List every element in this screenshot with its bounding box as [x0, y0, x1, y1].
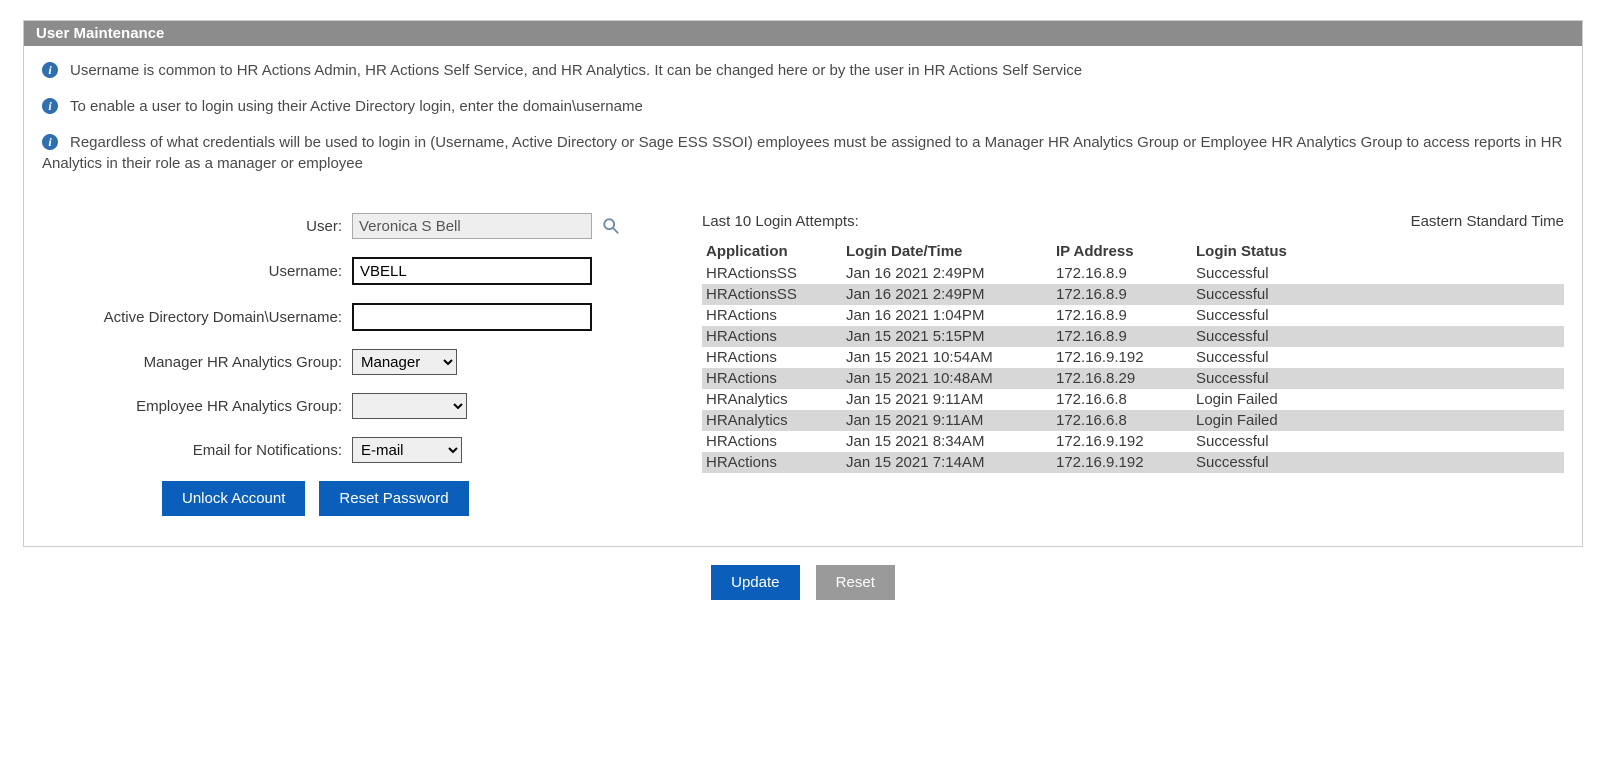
attempts-timezone: Eastern Standard Time [1411, 213, 1564, 230]
table-cell-ip: 172.16.8.9 [1052, 263, 1192, 284]
info-line: i To enable a user to login using their … [42, 96, 1564, 118]
table-cell-status: Successful [1192, 305, 1564, 326]
table-row: HRActionsJan 15 2021 8:34AM172.16.9.192S… [702, 431, 1564, 452]
unlock-account-button[interactable]: Unlock Account [162, 481, 305, 516]
table-row: HRAnalyticsJan 15 2021 9:11AM172.16.6.8L… [702, 389, 1564, 410]
table-cell-status: Successful [1192, 284, 1564, 305]
attempts-heading: Last 10 Login Attempts: [702, 213, 859, 230]
table-row: HRActionsSSJan 16 2021 2:49PM172.16.8.9S… [702, 284, 1564, 305]
search-icon[interactable] [602, 217, 620, 235]
table-cell-dt: Jan 15 2021 5:15PM [842, 326, 1052, 347]
table-cell-status: Successful [1192, 326, 1564, 347]
panel-body: i Username is common to HR Actions Admin… [24, 46, 1582, 546]
username-label: Username: [42, 263, 352, 280]
info-line: i Username is common to HR Actions Admin… [42, 60, 1564, 82]
footer-buttons: Update Reset [23, 565, 1583, 600]
table-cell-status: Successful [1192, 368, 1564, 389]
table-cell-app: HRActions [702, 326, 842, 347]
user-label: User: [42, 218, 352, 235]
col-ip: IP Address [1052, 240, 1192, 263]
panel-title: User Maintenance [24, 21, 1582, 46]
table-cell-ip: 172.16.8.9 [1052, 305, 1192, 326]
ad-username-field[interactable] [352, 303, 592, 331]
info-icon: i [42, 62, 58, 78]
info-text: Username is common to HR Actions Admin, … [70, 60, 1082, 82]
manager-group-select[interactable]: Manager [352, 349, 457, 375]
table-cell-ip: 172.16.6.8 [1052, 410, 1192, 431]
table-cell-app: HRActionsSS [702, 284, 842, 305]
update-button[interactable]: Update [711, 565, 799, 600]
table-row: HRActionsJan 15 2021 5:15PM172.16.8.9Suc… [702, 326, 1564, 347]
col-application: Application [702, 240, 842, 263]
reset-button[interactable]: Reset [816, 565, 895, 600]
table-cell-app: HRActions [702, 452, 842, 473]
table-cell-ip: 172.16.8.9 [1052, 284, 1192, 305]
table-cell-app: HRActions [702, 347, 842, 368]
table-cell-app: HRAnalytics [702, 410, 842, 431]
table-cell-dt: Jan 15 2021 9:11AM [842, 389, 1052, 410]
table-cell-app: HRActionsSS [702, 263, 842, 284]
table-cell-dt: Jan 15 2021 10:54AM [842, 347, 1052, 368]
emp-group-label: Employee HR Analytics Group: [42, 398, 352, 415]
table-cell-status: Login Failed [1192, 410, 1564, 431]
table-cell-ip: 172.16.8.9 [1052, 326, 1192, 347]
info-text: To enable a user to login using their Ac… [70, 96, 643, 118]
table-cell-app: HRActions [702, 368, 842, 389]
table-cell-status: Successful [1192, 347, 1564, 368]
employee-group-select[interactable] [352, 393, 467, 419]
username-field[interactable] [352, 257, 592, 285]
table-cell-ip: 172.16.9.192 [1052, 452, 1192, 473]
table-cell-app: HRActions [702, 431, 842, 452]
table-cell-dt: Jan 16 2021 2:49PM [842, 284, 1052, 305]
table-cell-ip: 172.16.9.192 [1052, 347, 1192, 368]
table-cell-dt: Jan 15 2021 10:48AM [842, 368, 1052, 389]
info-line: i Regardless of what credentials will be… [42, 132, 1564, 176]
table-row: HRActionsSSJan 16 2021 2:49PM172.16.8.9S… [702, 263, 1564, 284]
table-cell-ip: 172.16.6.8 [1052, 389, 1192, 410]
table-cell-dt: Jan 15 2021 7:14AM [842, 452, 1052, 473]
table-row: HRActionsJan 15 2021 7:14AM172.16.9.192S… [702, 452, 1564, 473]
table-cell-dt: Jan 16 2021 2:49PM [842, 263, 1052, 284]
table-row: HRActionsJan 15 2021 10:54AM172.16.9.192… [702, 347, 1564, 368]
user-field [352, 213, 592, 239]
col-datetime: Login Date/Time [842, 240, 1052, 263]
table-cell-status: Successful [1192, 431, 1564, 452]
info-icon: i [42, 98, 58, 114]
reset-password-button[interactable]: Reset Password [319, 481, 468, 516]
info-text: Regardless of what credentials will be u… [42, 134, 1562, 173]
login-attempts-table: Application Login Date/Time IP Address L… [702, 240, 1564, 473]
user-maintenance-panel: User Maintenance i Username is common to… [23, 20, 1583, 547]
table-row: HRActionsJan 16 2021 1:04PM172.16.8.9Suc… [702, 305, 1564, 326]
table-cell-ip: 172.16.8.29 [1052, 368, 1192, 389]
table-cell-app: HRAnalytics [702, 389, 842, 410]
table-cell-status: Successful [1192, 452, 1564, 473]
user-form: User: Username: Active Directory Domain\… [42, 213, 662, 516]
table-cell-status: Login Failed [1192, 389, 1564, 410]
email-label: Email for Notifications: [42, 442, 352, 459]
table-cell-dt: Jan 15 2021 9:11AM [842, 410, 1052, 431]
info-icon: i [42, 134, 58, 150]
mgr-group-label: Manager HR Analytics Group: [42, 354, 352, 371]
table-row: HRActionsJan 15 2021 10:48AM172.16.8.29S… [702, 368, 1564, 389]
email-notify-select[interactable]: E-mail [352, 437, 462, 463]
login-attempts-section: Last 10 Login Attempts: Eastern Standard… [662, 213, 1564, 473]
table-cell-dt: Jan 15 2021 8:34AM [842, 431, 1052, 452]
table-cell-ip: 172.16.9.192 [1052, 431, 1192, 452]
table-cell-status: Successful [1192, 263, 1564, 284]
table-cell-app: HRActions [702, 305, 842, 326]
table-cell-dt: Jan 16 2021 1:04PM [842, 305, 1052, 326]
table-row: HRAnalyticsJan 15 2021 9:11AM172.16.6.8L… [702, 410, 1564, 431]
col-status: Login Status [1192, 240, 1564, 263]
ad-label: Active Directory Domain\Username: [42, 309, 352, 326]
